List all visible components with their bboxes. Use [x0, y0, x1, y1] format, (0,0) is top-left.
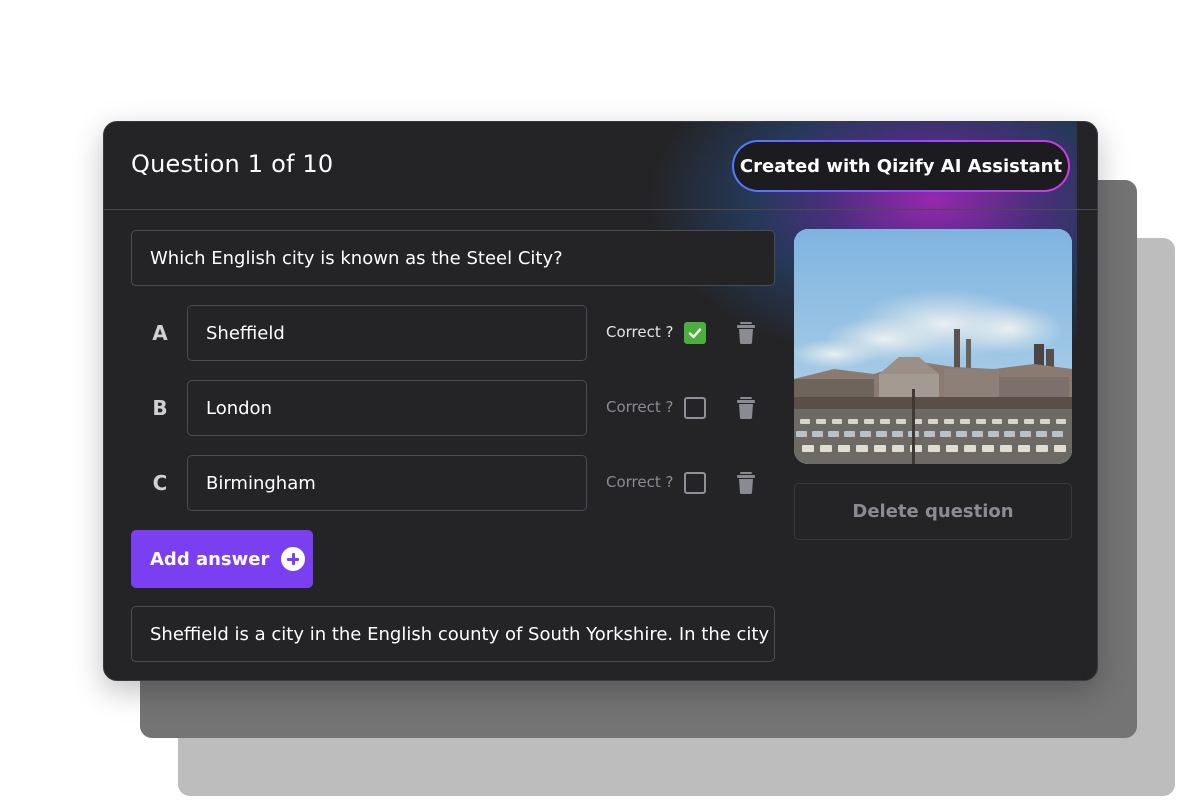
plus-circle-icon [281, 547, 306, 571]
trash-icon[interactable] [737, 472, 755, 494]
answer-input-b[interactable]: London [187, 380, 587, 436]
correct-checkbox-b[interactable] [684, 397, 706, 419]
ai-assistant-badge-label: Created with Qizify AI Assistant [734, 142, 1068, 190]
steelworks-photo [794, 229, 1072, 464]
question-image[interactable] [794, 229, 1072, 464]
card-header: Question 1 of 10 Created with Qizify AI … [104, 122, 1097, 210]
correct-checkbox-c[interactable] [684, 472, 706, 494]
delete-question-button[interactable]: Delete question [794, 483, 1072, 540]
add-answer-label: Add answer [150, 548, 270, 570]
answer-letter-a: A [152, 321, 168, 345]
question-counter-title: Question 1 of 10 [131, 150, 334, 178]
answer-letter-c: C [152, 471, 168, 495]
correct-label-c: Correct ? [606, 473, 674, 491]
ai-assistant-badge: Created with Qizify AI Assistant [732, 140, 1070, 192]
trash-icon[interactable] [737, 397, 755, 419]
correct-label-b: Correct ? [606, 398, 674, 416]
answer-letter-b: B [152, 396, 168, 420]
correct-label-a: Correct ? [606, 323, 674, 341]
question-card: Question 1 of 10 Created with Qizify AI … [103, 121, 1098, 681]
answer-input-a[interactable]: Sheffield [187, 305, 587, 361]
add-answer-button[interactable]: Add answer [131, 530, 313, 588]
explanation-input[interactable]: Sheffield is a city in the English count… [131, 606, 775, 662]
correct-checkbox-a[interactable] [684, 322, 706, 344]
answer-input-c[interactable]: Birmingham [187, 455, 587, 511]
question-text-input[interactable]: Which English city is known as the Steel… [131, 230, 775, 286]
checkmark-icon [688, 328, 702, 339]
trash-icon[interactable] [737, 322, 755, 344]
